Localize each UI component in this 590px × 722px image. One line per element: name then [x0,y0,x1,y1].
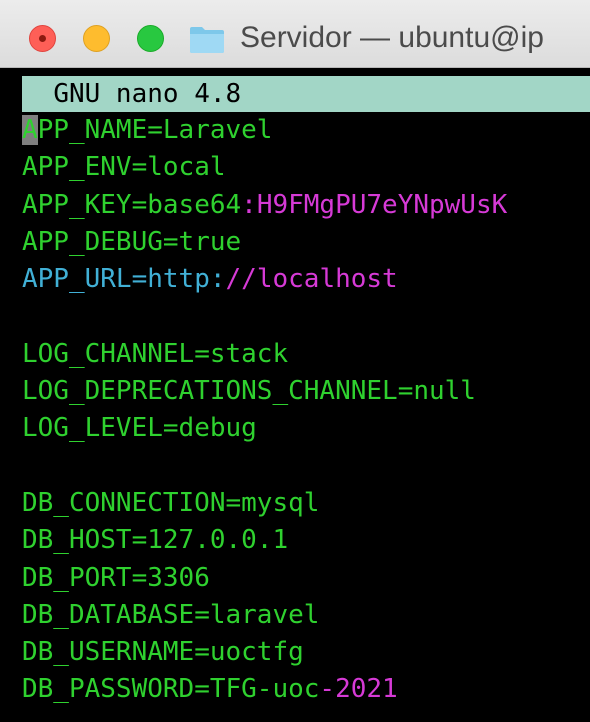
env-line[interactable]: APP_DEBUG=true [22,224,590,261]
nano-version-label: GNU nano 4.8 [53,79,242,109]
minimize-button[interactable] [83,25,110,52]
env-line[interactable]: APP_KEY=base64:H9FMgPU7eYNpwUsK [22,187,590,224]
folder-icon [190,27,224,53]
env-line[interactable]: APP_URL=http://localhost [22,261,590,298]
zoom-button[interactable] [137,25,164,52]
title-bar[interactable]: Servidor — ubuntu@ip [0,0,590,68]
env-line[interactable]: APP_ENV=local [22,149,590,186]
text-cursor: A [22,115,38,145]
editor-lines[interactable]: APP_NAME=Laravel APP_ENV=local APP_KEY=b… [22,112,590,709]
blank-line[interactable] [22,448,590,485]
nano-header-bar: GNU nano 4.8 [22,76,590,112]
env-line[interactable]: DB_PORT=3306 [22,560,590,597]
window-title: Servidor — ubuntu@ip [240,21,544,54]
env-line[interactable]: LOG_DEPRECATIONS_CHANNEL=null [22,373,590,410]
env-line[interactable]: DB_CONNECTION=mysql [22,485,590,522]
env-line[interactable]: LOG_CHANNEL=stack [22,336,590,373]
env-line[interactable]: LOG_LEVEL=debug [22,410,590,447]
terminal-content[interactable]: GNU nano 4.8 APP_NAME=Laravel APP_ENV=lo… [0,68,590,722]
env-line[interactable]: DB_DATABASE=laravel [22,597,590,634]
blank-line[interactable] [22,298,590,335]
env-line[interactable]: APP_NAME=Laravel [22,112,590,149]
close-button[interactable] [29,25,56,52]
env-line[interactable]: DB_PASSWORD=TFG-uoc-2021 [22,671,590,708]
env-line[interactable]: DB_USERNAME=uoctfg [22,634,590,671]
terminal-window: Servidor — ubuntu@ip GNU nano 4.8 APP_NA… [0,0,590,722]
env-line[interactable]: DB_HOST=127.0.0.1 [22,522,590,559]
